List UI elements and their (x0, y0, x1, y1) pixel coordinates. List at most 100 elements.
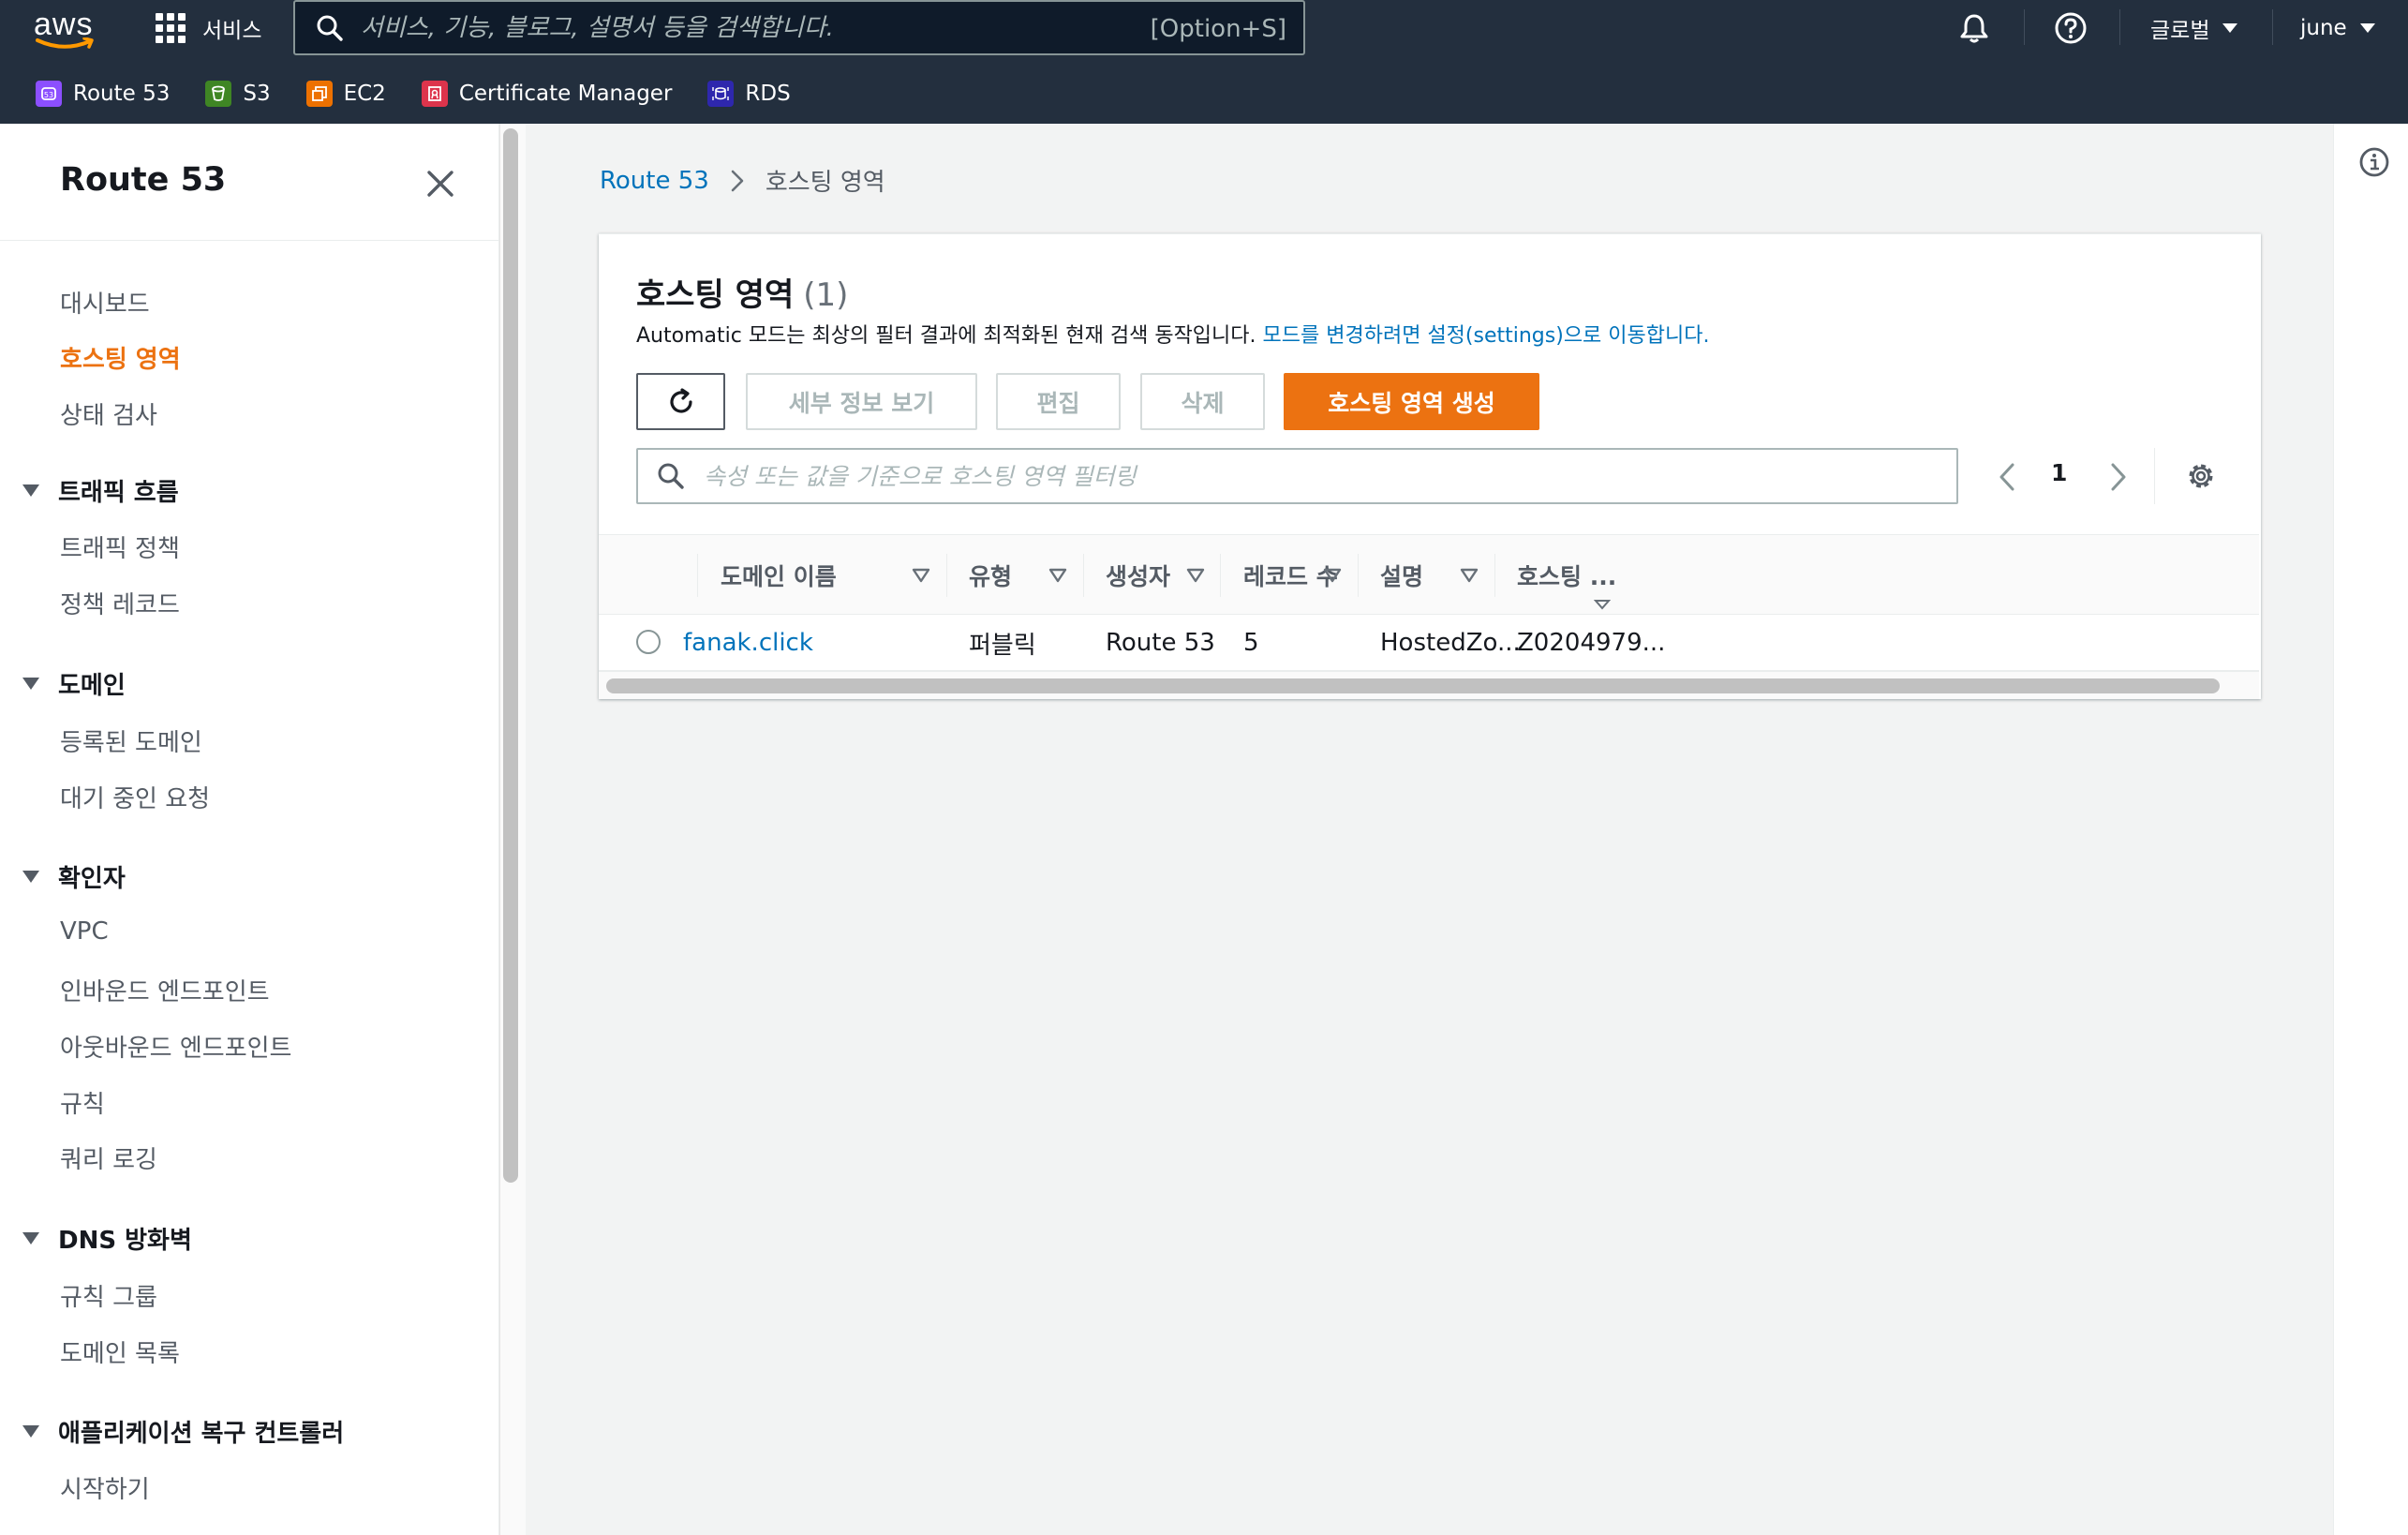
favorite-label: Route 53 (73, 82, 171, 106)
info-icon[interactable] (2358, 146, 2390, 178)
breadcrumb: Route 53 호스팅 영역 (600, 163, 885, 198)
breadcrumb-root-link[interactable]: Route 53 (600, 167, 709, 195)
sidebar-item-rules[interactable]: 규칙 (60, 1085, 105, 1120)
sidebar-section-resolver[interactable]: 확인자 (22, 859, 126, 894)
previous-page-icon[interactable] (1996, 461, 2018, 493)
sidebar-item-dashboard[interactable]: 대시보드 (60, 285, 150, 320)
cell-record-count: 5 (1243, 629, 1259, 657)
sort-icon[interactable] (1186, 567, 1205, 584)
help-button[interactable] (2054, 0, 2088, 55)
nav-divider (2024, 9, 2025, 45)
aws-logo[interactable]: aws (34, 7, 99, 49)
table-horizontal-scrollbar[interactable] (606, 678, 2220, 693)
sort-icon[interactable] (912, 567, 930, 584)
side-navigation: Route 53 대시보드 호스팅 영역 상태 검사 트래픽 흐름 트래픽 정책… (0, 124, 499, 1535)
favorites-bar: 53 Route 53 S3 EC2 Certificate Manager R… (0, 67, 791, 120)
panel-title: 호스팅 영역 (1) (636, 269, 848, 315)
sidebar-item-outbound-endpoints[interactable]: 아웃바운드 엔드포인트 (60, 1029, 291, 1064)
favorite-s3[interactable]: S3 (205, 81, 271, 107)
refresh-icon (669, 387, 692, 413)
panel-count: (1) (803, 276, 849, 314)
sidebar-section-domains[interactable]: 도메인 (22, 666, 126, 701)
nav-divider (2119, 9, 2120, 45)
panel-title-text: 호스팅 영역 (636, 276, 795, 314)
table-header: 도메인 이름 유형 생성자 레코드 수 설명 호스팅 ... (599, 534, 2259, 615)
table-row[interactable]: fanak.click 퍼블릭 Route 53 5 HostedZo... Z… (599, 615, 2259, 671)
hosted-zone-filter[interactable] (636, 448, 1958, 504)
sidebar-item-domain-lists[interactable]: 도메인 목록 (60, 1334, 180, 1369)
column-header-type[interactable]: 유형 (969, 535, 1012, 616)
region-selector[interactable]: 글로벌 (2150, 0, 2238, 55)
rds-service-icon (707, 81, 735, 107)
sidebar-item-rule-groups[interactable]: 규칙 그룹 (60, 1278, 157, 1313)
column-separator (1083, 554, 1084, 597)
resize-handle-icon[interactable] (1594, 599, 1611, 610)
sidebar-item-policy-records[interactable]: 정책 레코드 (60, 586, 180, 620)
favorite-label: Certificate Manager (458, 82, 673, 106)
ec2-service-icon (305, 81, 333, 107)
breadcrumb-current: 호스팅 영역 (765, 169, 885, 197)
column-header-created-by[interactable]: 생성자 (1106, 535, 1170, 616)
caret-down-icon (2222, 22, 2238, 33)
svg-text:53: 53 (44, 91, 53, 99)
cell-created-by: Route 53 (1106, 629, 1215, 657)
domain-name-link[interactable]: fanak.click (683, 615, 813, 671)
favorite-certificate-manager[interactable]: Certificate Manager (421, 81, 673, 107)
user-menu[interactable]: june (2300, 0, 2375, 55)
region-label: 글로벌 (2150, 18, 2210, 43)
column-separator (1494, 554, 1495, 597)
sidebar-item-getting-started[interactable]: 시작하기 (60, 1470, 150, 1505)
sidebar-item-vpc[interactable]: VPC (60, 917, 109, 946)
gear-icon[interactable] (2184, 459, 2218, 493)
sidebar-section-traffic-flow[interactable]: 트래픽 흐름 (22, 473, 179, 508)
sidebar-title: Route 53 (60, 161, 227, 199)
caret-down-icon (22, 871, 39, 883)
sort-icon[interactable] (1048, 567, 1067, 584)
sort-icon[interactable] (1323, 567, 1342, 584)
global-search-input[interactable] (361, 13, 1129, 42)
sidebar-item-inbound-endpoints[interactable]: 인바운드 엔드포인트 (60, 973, 270, 1007)
column-header-description[interactable]: 설명 (1380, 535, 1423, 616)
caret-down-icon (22, 1232, 39, 1244)
cell-type: 퍼블릭 (969, 631, 1036, 660)
sidebar-item-pending-requests[interactable]: 대기 중인 요청 (60, 780, 210, 814)
sidebar-item-registered-domains[interactable]: 등록된 도메인 (60, 723, 202, 758)
close-icon[interactable] (424, 167, 457, 201)
global-search[interactable]: [Option+S] (293, 0, 1305, 55)
notifications-button[interactable] (1958, 0, 1990, 55)
aws-logo-text: aws (34, 7, 94, 42)
chevron-right-icon (731, 170, 744, 191)
services-menu-button[interactable]: 서비스 (156, 11, 261, 45)
filter-input[interactable] (704, 462, 1922, 490)
edit-button[interactable]: 편집 (996, 373, 1121, 430)
user-label: june (2300, 15, 2347, 40)
sidebar-section-arc[interactable]: 애플리케이션 복구 컨트롤러 (22, 1414, 344, 1449)
caret-down-icon (22, 678, 39, 690)
sort-icon[interactable] (1460, 567, 1479, 584)
sidebar-section-dns-firewall[interactable]: DNS 방화벽 (22, 1221, 192, 1256)
current-page-number[interactable]: 1 (2051, 459, 2067, 486)
favorite-rds[interactable]: RDS (707, 81, 791, 107)
caret-down-icon (22, 484, 39, 497)
hosted-zones-panel: 호스팅 영역 (1) Automatic 모드는 최상의 필터 결과에 최적화된 … (599, 233, 2261, 699)
sidebar-item-health-checks[interactable]: 상태 검사 (60, 396, 157, 431)
sidebar-item-hosted-zones[interactable]: 호스팅 영역 (60, 340, 181, 375)
view-details-button[interactable]: 세부 정보 보기 (746, 373, 977, 430)
sidebar-item-traffic-policies[interactable]: 트래픽 정책 (60, 529, 180, 564)
settings-link[interactable]: 모드를 변경하려면 설정(settings)으로 이동합니다. (1263, 324, 1710, 348)
row-select-radio[interactable] (636, 630, 661, 654)
sidebar-section-label: 트래픽 흐름 (58, 479, 179, 507)
refresh-button[interactable] (636, 373, 725, 430)
create-hosted-zone-button[interactable]: 호스팅 영역 생성 (1284, 373, 1539, 430)
favorite-route53[interactable]: 53 Route 53 (36, 81, 170, 107)
delete-button[interactable]: 삭제 (1140, 373, 1265, 430)
sidebar-scrollbar[interactable] (503, 128, 518, 1183)
bell-icon (1960, 14, 1988, 42)
favorite-ec2[interactable]: EC2 (305, 81, 386, 107)
sidebar-section-label: DNS 방화벽 (58, 1227, 192, 1255)
sidebar-item-query-logging[interactable]: 쿼리 로깅 (60, 1140, 157, 1175)
services-label: 서비스 (202, 19, 262, 43)
route53-service-icon: 53 (36, 81, 62, 107)
column-header-domain-name[interactable]: 도메인 이름 (721, 535, 837, 616)
next-page-icon[interactable] (2107, 461, 2130, 493)
